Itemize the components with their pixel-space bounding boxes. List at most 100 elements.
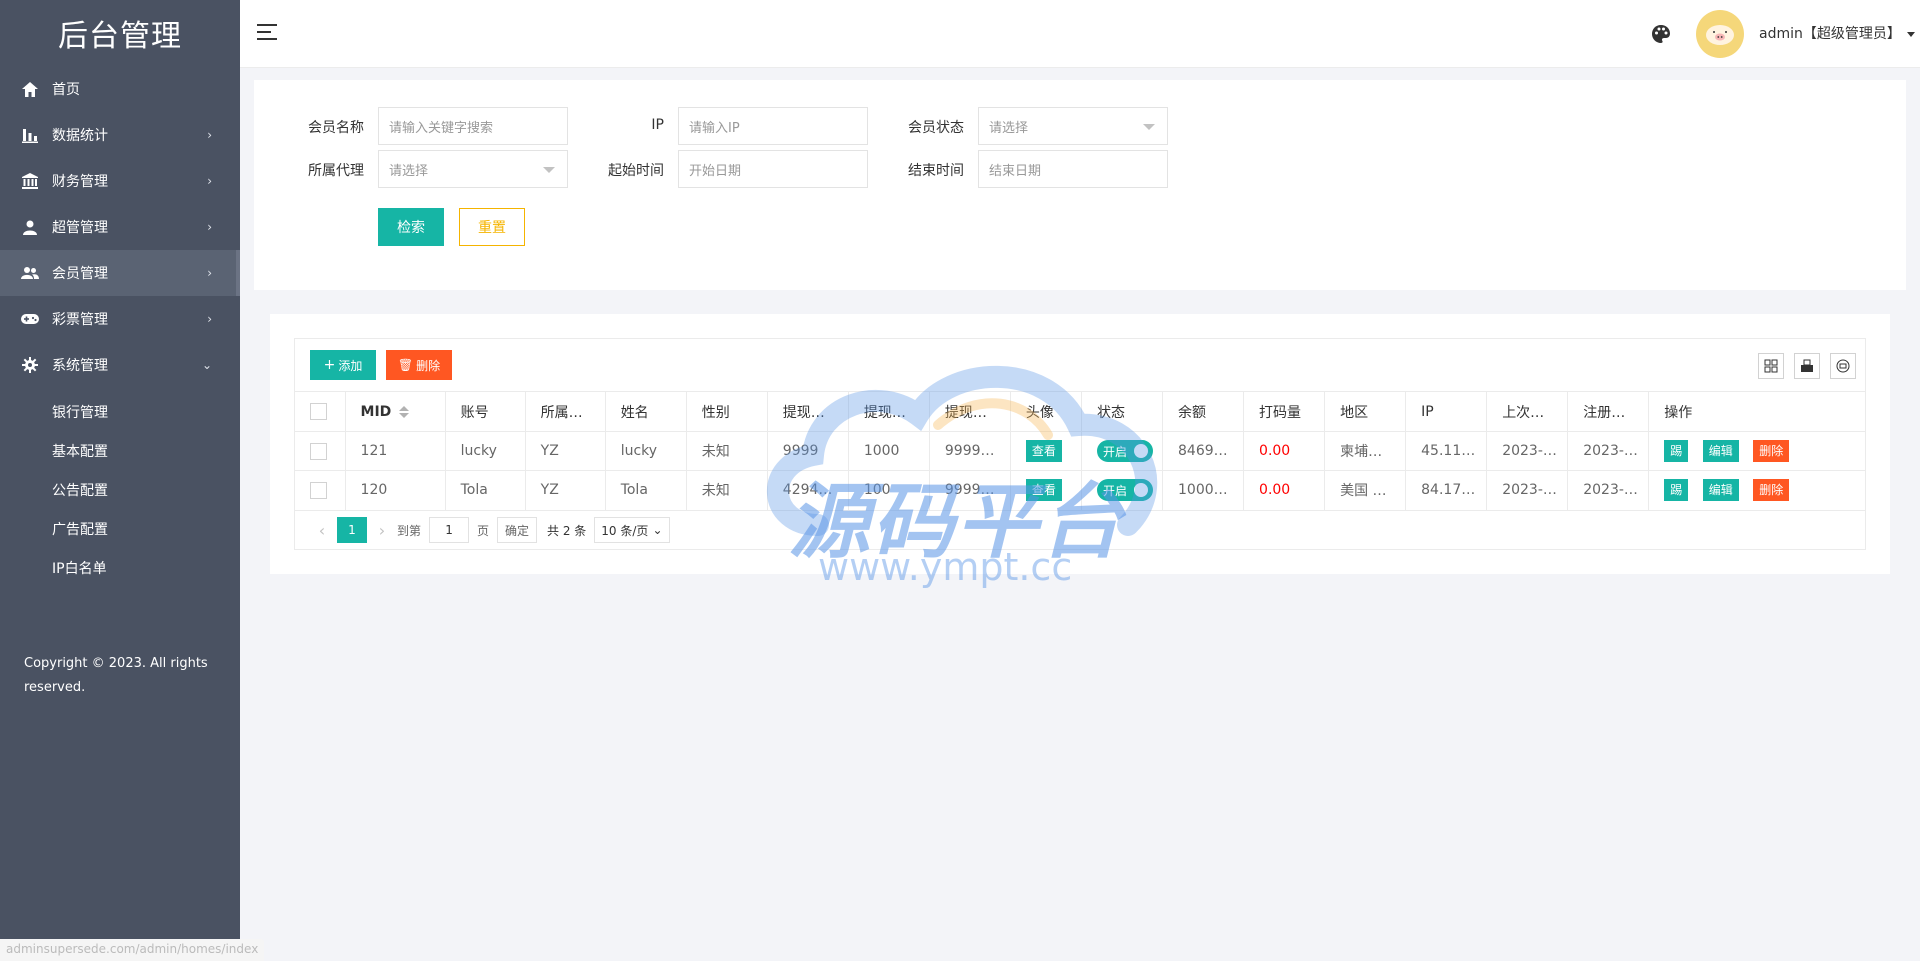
- column-header: 操作: [1648, 391, 1865, 432]
- cell-balance: 8469…: [1162, 431, 1245, 471]
- current-page-button[interactable]: 1: [337, 517, 367, 543]
- user-menu[interactable]: admin【超级管理员】: [1759, 23, 1916, 43]
- sidebar-item-home[interactable]: 首页: [0, 66, 240, 112]
- cell-account: lucky: [445, 431, 526, 471]
- sidebar-item-system[interactable]: 系统管理 ⌄: [0, 342, 240, 388]
- cell-withdraw-2: 1000: [848, 431, 930, 471]
- member-status-select[interactable]: 请选择: [978, 107, 1168, 145]
- sidebar-item-label: 彩票管理: [52, 312, 108, 328]
- ip-input[interactable]: 请输入IP: [678, 107, 868, 145]
- export-icon[interactable]: [1794, 353, 1820, 379]
- user-icon: [20, 218, 40, 236]
- sidebar-item-statistics[interactable]: 数据统计 ›: [0, 112, 240, 158]
- select-all-checkbox[interactable]: [310, 403, 327, 420]
- cell-actions: 踢 编辑 删除: [1648, 431, 1865, 471]
- chevron-right-icon: ›: [207, 312, 212, 326]
- start-date-input[interactable]: 开始日期: [678, 150, 868, 188]
- copyright: Copyright © 2023. All rights reserved.: [24, 656, 208, 695]
- delete-button[interactable]: 🗑 删除: [386, 350, 452, 380]
- status-toggle[interactable]: 开启: [1096, 440, 1153, 462]
- sidebar-item-members[interactable]: 会员管理 ›: [0, 250, 240, 296]
- column-header-mid[interactable]: MID: [345, 391, 446, 432]
- delete-button-label: 删除: [416, 358, 441, 373]
- cell-region: 柬埔…: [1324, 431, 1407, 471]
- add-button-label: 添加: [338, 358, 363, 373]
- palette-icon[interactable]: [1650, 23, 1672, 45]
- total-count: 共 2 条: [547, 523, 587, 538]
- member-status-label: 会员状态: [908, 120, 964, 136]
- prev-page-icon[interactable]: ‹: [307, 521, 337, 540]
- cell-withdraw-2: 100: [848, 470, 930, 510]
- sub-item-basic-config[interactable]: 基本配置: [0, 431, 240, 470]
- add-button[interactable]: + 添加: [310, 350, 376, 380]
- sub-item-bank[interactable]: 银行管理: [0, 392, 240, 431]
- page-number-input[interactable]: 1: [429, 517, 470, 543]
- page-size-select[interactable]: 10 条/页 ⌄: [594, 517, 670, 543]
- cell-ip: 84.17…: [1405, 470, 1488, 510]
- view-avatar-button[interactable]: 查看: [1025, 479, 1062, 502]
- topbar: admin【超级管理员】: [240, 0, 1920, 68]
- goto-confirm-button[interactable]: 确定: [497, 517, 538, 543]
- sidebar-item-finance[interactable]: 财务管理 ›: [0, 158, 240, 204]
- columns-filter-icon[interactable]: [1758, 353, 1784, 379]
- member-name-input[interactable]: 请输入关键字搜索: [378, 107, 568, 145]
- print-icon[interactable]: [1830, 353, 1856, 379]
- member-table: MID 账号 所属… 姓名 性别 提现… 提现… 提现… 头像 状态 余额 打码…: [295, 391, 1865, 510]
- delete-row-button[interactable]: 删除: [1753, 440, 1790, 462]
- table-row: 121 lucky YZ lucky 未知 9999 1000 9999… 查看…: [295, 431, 1865, 471]
- row-checkbox[interactable]: [310, 481, 327, 499]
- sidebar-item-admins[interactable]: 超管管理 ›: [0, 204, 240, 250]
- chevron-right-icon: ›: [207, 128, 212, 142]
- column-header: IP: [1405, 391, 1488, 432]
- sidebar: 后台管理 首页 数据统计 › 财务管理 › 超管管理 › 会员管理 › 彩票管理…: [0, 0, 240, 961]
- page-size-label: 10 条/页: [601, 523, 649, 538]
- next-page-icon[interactable]: ›: [367, 521, 397, 540]
- cell-bet-amount: 0.00: [1243, 470, 1326, 510]
- cell-mid: 121: [345, 431, 446, 471]
- cell-withdraw-3: 9999…: [929, 470, 1011, 510]
- row-select-cell: [295, 431, 346, 471]
- view-avatar-button[interactable]: 查看: [1025, 440, 1062, 462]
- column-header: 提现…: [848, 391, 930, 432]
- column-header: 所属…: [525, 391, 606, 432]
- reset-button[interactable]: 重置: [459, 208, 525, 246]
- agent-select[interactable]: 请选择: [378, 150, 568, 188]
- status-toggle[interactable]: 开启: [1096, 479, 1153, 502]
- caret-down-icon: [1907, 31, 1916, 37]
- row-checkbox[interactable]: [310, 442, 327, 460]
- sub-item-notice-config[interactable]: 公告配置: [0, 470, 240, 509]
- column-header: 地区: [1324, 391, 1407, 432]
- member-table-card: + 添加 🗑 删除 MID 账号 所属… 姓名 性别 提现… 提现… 提现… 头…: [270, 314, 1890, 574]
- cell-bet-amount: 0.00: [1243, 431, 1326, 471]
- edit-button[interactable]: 编辑: [1702, 440, 1739, 462]
- kick-button[interactable]: 踢: [1664, 440, 1689, 462]
- status-bar-url: adminsupersede.com/admin/homes/index: [0, 939, 265, 961]
- goto-label: 到第: [397, 523, 422, 538]
- menu-toggle-icon[interactable]: [257, 24, 277, 42]
- cell-agent: YZ: [525, 470, 606, 510]
- page-unit-label: 页: [477, 523, 490, 538]
- end-date-input[interactable]: 结束日期: [978, 150, 1168, 188]
- cell-avatar: 查看: [1010, 431, 1082, 471]
- cell-withdraw-1: 4294…: [767, 470, 849, 510]
- kick-button[interactable]: 踢: [1664, 479, 1689, 502]
- sub-item-ip-whitelist[interactable]: IP白名单: [0, 548, 240, 587]
- sub-item-ad-config[interactable]: 广告配置: [0, 509, 240, 548]
- sort-icon[interactable]: [399, 405, 410, 418]
- sidebar-item-label: 系统管理: [52, 358, 108, 374]
- app-logo[interactable]: 后台管理: [0, 0, 240, 66]
- member-name-label: 会员名称: [308, 120, 364, 136]
- edit-button[interactable]: 编辑: [1702, 479, 1739, 502]
- chevron-down-icon: ⌄: [201, 358, 212, 372]
- delete-row-button[interactable]: 删除: [1753, 479, 1790, 502]
- sidebar-item-label: 首页: [52, 82, 80, 98]
- search-button[interactable]: 检索: [378, 208, 444, 246]
- sidebar-item-lottery[interactable]: 彩票管理 ›: [0, 296, 240, 342]
- select-all-cell: [295, 391, 346, 432]
- chevron-right-icon: ›: [207, 266, 212, 280]
- avatar[interactable]: [1696, 10, 1744, 58]
- plus-icon: +: [323, 357, 336, 373]
- column-header: 提现…: [767, 391, 849, 432]
- cell-name: Tola: [605, 470, 687, 510]
- cell-avatar: 查看: [1010, 470, 1082, 510]
